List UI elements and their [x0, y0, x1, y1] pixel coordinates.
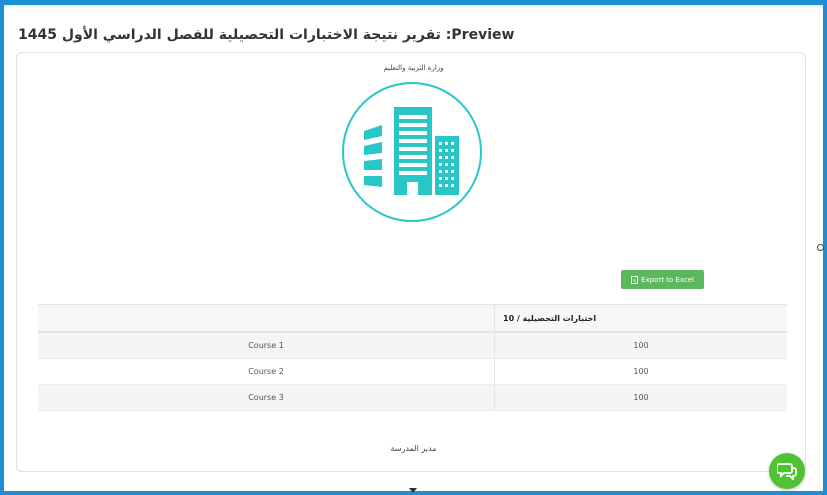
chat-button[interactable] — [769, 453, 805, 489]
column-header-course — [38, 304, 495, 333]
column-header-score: اختبارات التحصيلية / 10 — [494, 304, 787, 333]
buildings-icon — [342, 82, 482, 222]
excel-file-icon: x — [631, 275, 639, 284]
table-row: Course 3 100 — [38, 384, 787, 411]
resize-handle[interactable] — [817, 244, 824, 251]
school-manager-label: مدير المدرسة — [390, 444, 437, 453]
chat-bubbles-icon — [777, 463, 797, 480]
ministry-name: وزارة التربية والتعليم — [383, 64, 444, 72]
score-cell: 100 — [494, 332, 787, 359]
page-title: تقرير نتيجة الاختبارات التحصيلية للفصل ا… — [18, 27, 515, 43]
export-button-label: Export to Excel — [641, 275, 694, 284]
caret-down-icon — [409, 488, 417, 493]
table-header-row: اختبارات التحصيلية / 10 — [38, 304, 787, 333]
score-cell: 100 — [494, 358, 787, 385]
course-cell: Course 1 — [38, 332, 495, 359]
export-to-excel-button[interactable]: x Export to Excel — [621, 270, 704, 289]
results-table: اختبارات التحصيلية / 10 Course 1 100 Cou… — [38, 304, 787, 411]
table-row: Course 2 100 — [38, 358, 787, 385]
table-row: Course 1 100 — [38, 332, 787, 359]
course-cell: Course 3 — [38, 384, 495, 411]
course-cell: Course 2 — [38, 358, 495, 385]
top-divider — [4, 5, 823, 7]
score-cell: 100 — [494, 384, 787, 411]
